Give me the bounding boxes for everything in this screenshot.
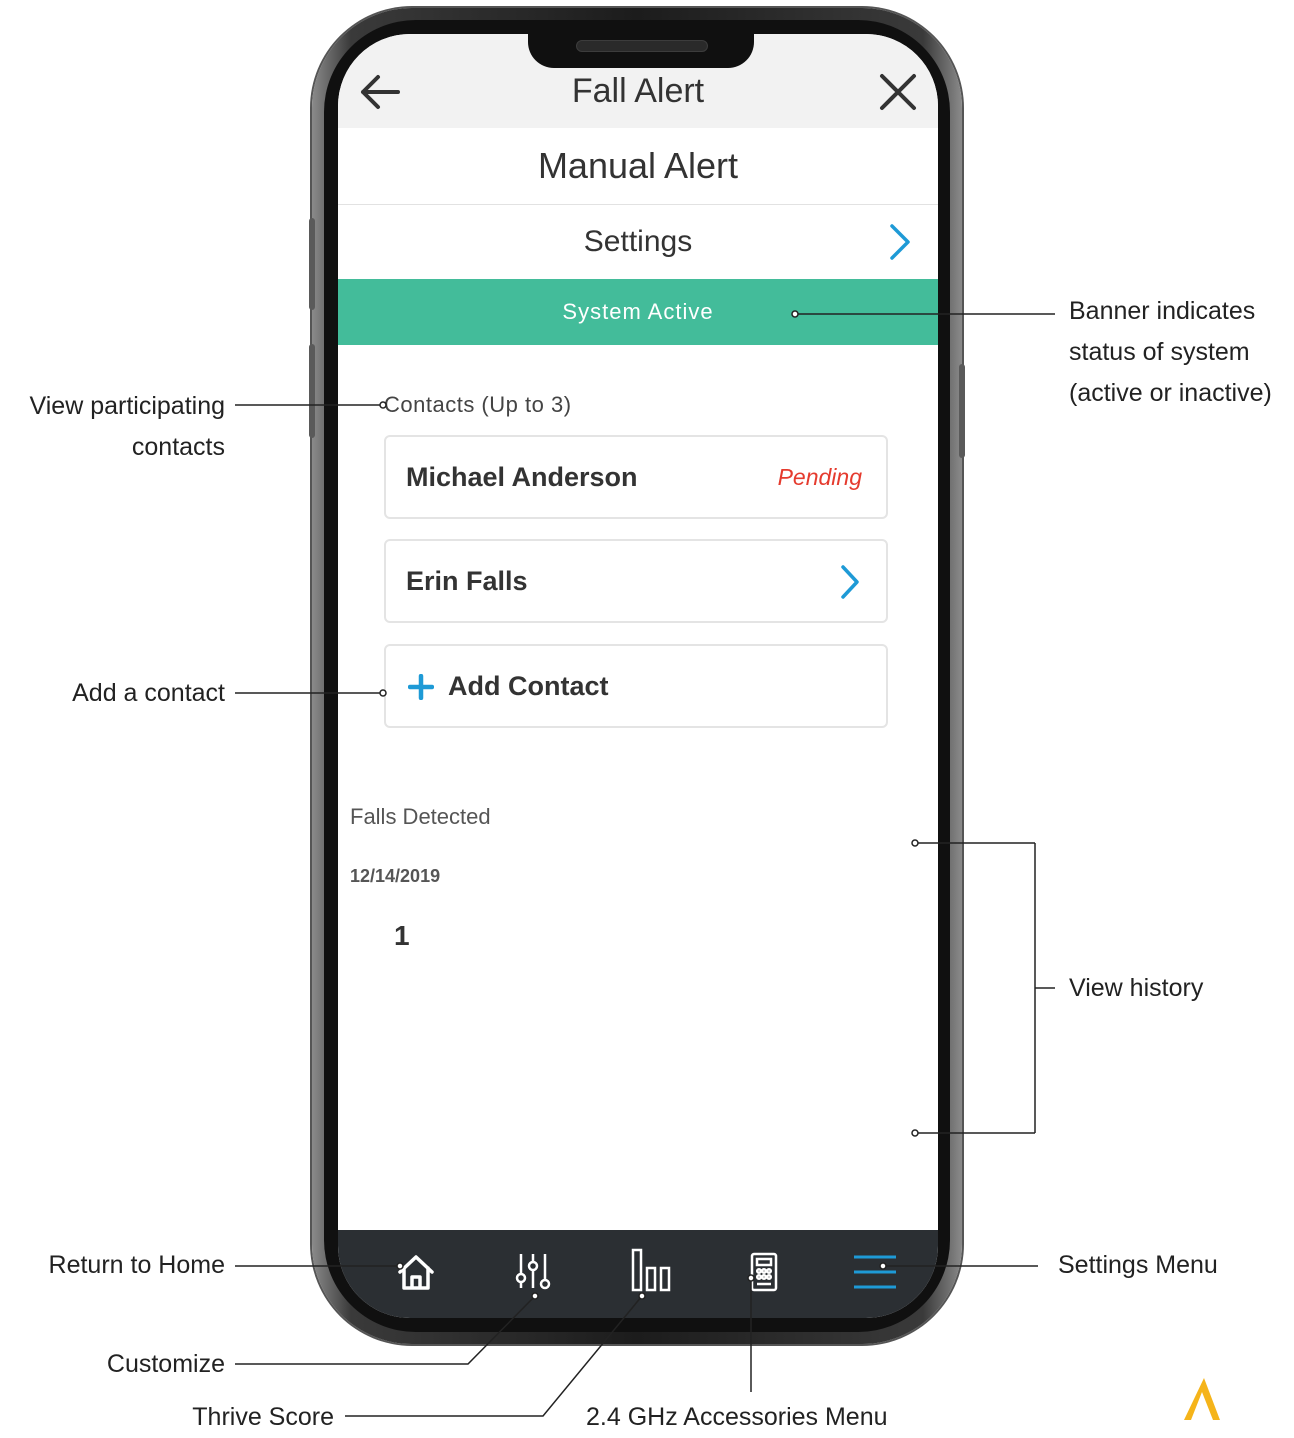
power-button: [959, 364, 965, 458]
chevron-right-icon: [890, 224, 910, 260]
contact-status-badge: Pending: [777, 464, 862, 490]
volume-up-button: [309, 218, 315, 310]
close-button[interactable]: [876, 70, 920, 114]
system-status-banner: System Active: [338, 279, 938, 345]
contact-card-michael-anderson[interactable]: Michael Anderson Pending: [384, 435, 888, 519]
fall-history-date: 12/14/2019: [350, 866, 441, 886]
speaker-grille: [576, 40, 708, 52]
sliders-icon: [515, 1254, 551, 1290]
contact-name: Erin Falls: [406, 566, 528, 596]
tab-settings-menu[interactable]: [848, 1244, 904, 1300]
close-icon: [880, 74, 916, 110]
contacts-heading: Contacts (Up to 3): [384, 392, 572, 417]
bar-chart-icon: [631, 1248, 671, 1292]
settings-label: Settings: [583, 225, 693, 258]
tab-customize[interactable]: [505, 1244, 561, 1300]
annotation-settings-menu: Settings Menu: [1058, 1251, 1218, 1279]
add-contact-label: Add Contact: [448, 671, 609, 701]
section-title: Manual Alert: [338, 128, 938, 205]
contact-card-erin-falls[interactable]: Erin Falls: [384, 539, 888, 623]
tab-home[interactable]: [388, 1244, 444, 1300]
add-contact-button[interactable]: Add Contact: [384, 644, 888, 728]
settings-row[interactable]: Settings: [338, 205, 938, 279]
annotation-banner: Banner indicates status of system (activ…: [1069, 297, 1272, 407]
page-title: Fall Alert: [571, 72, 705, 110]
annotation-customize: Customize: [106, 1350, 225, 1378]
menu-icon: [854, 1255, 896, 1289]
brand-logo-icon: [1184, 1378, 1220, 1420]
annotation-history: View history: [1069, 974, 1204, 1002]
phone-screen: Fall Alert Manual Alert Settings System …: [338, 34, 938, 1318]
fall-history-count: 1: [394, 920, 410, 951]
annotation-add-contact: Add a contact: [72, 679, 225, 707]
contact-name: Michael Anderson: [406, 462, 638, 492]
volume-down-button: [309, 344, 315, 438]
annotation-home: Return to Home: [48, 1251, 225, 1279]
home-icon: [398, 1255, 434, 1290]
falls-detected-heading: Falls Detected: [350, 804, 491, 829]
tab-thrive-score[interactable]: [625, 1244, 681, 1300]
bottom-tab-bar: [338, 1230, 938, 1318]
keypad-icon: [750, 1252, 778, 1292]
plus-icon: [408, 674, 434, 700]
chevron-right-icon: [841, 565, 859, 599]
notch: [528, 34, 754, 68]
annotation-contacts: View participating contacts: [29, 392, 225, 461]
tab-accessories[interactable]: [736, 1244, 792, 1300]
